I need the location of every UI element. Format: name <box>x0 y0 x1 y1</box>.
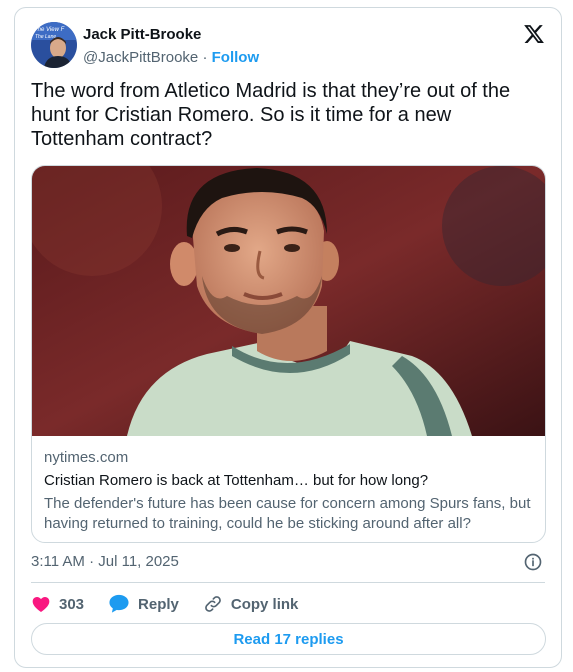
author-name[interactable]: Jack Pitt-Brooke <box>83 25 259 45</box>
follow-button[interactable]: Follow <box>212 49 260 66</box>
link-icon <box>205 596 221 612</box>
read-replies-button[interactable]: Read 17 replies <box>31 623 546 655</box>
avatar-image: The View F The Lane <box>31 22 77 68</box>
handle-row: @JackPittBrooke · Follow <box>83 48 259 68</box>
heart-icon <box>32 597 50 612</box>
link-domain: nytimes.com <box>44 449 129 466</box>
copy-link-button[interactable]: Copy link <box>203 594 299 614</box>
author-block: Jack Pitt-Brooke @JackPittBrooke · Follo… <box>83 25 259 68</box>
author-handle[interactable]: @JackPittBrooke <box>83 49 198 66</box>
avatar[interactable]: The View F The Lane <box>31 22 77 68</box>
info-icon[interactable] <box>523 552 543 572</box>
avatar-text-1: The View F <box>34 27 65 33</box>
reply-label: Reply <box>138 595 179 613</box>
like-button[interactable]: 303 <box>31 594 84 614</box>
like-count: 303 <box>59 595 85 613</box>
speech-bubble-icon <box>109 594 129 613</box>
link-description: The defender's future has been cause for… <box>44 495 531 532</box>
tweet-text: The word from Atletico Madrid is that th… <box>31 80 511 150</box>
action-bar: 303 Reply Copy link <box>31 592 322 616</box>
link-meta: nytimes.com Cristian Romero is back at T… <box>44 448 534 534</box>
divider <box>31 582 545 583</box>
article-image <box>32 166 545 436</box>
reply-button[interactable]: Reply <box>108 594 179 614</box>
tweet-card: The View F The Lane Jack Pitt-Brooke @Ja… <box>14 7 562 668</box>
copy-link-label: Copy link <box>230 595 299 613</box>
timestamp[interactable]: 3:11 AM · Jul 11, 2025 <box>31 552 179 572</box>
separator: · <box>202 49 208 66</box>
x-logo-icon[interactable] <box>523 23 545 45</box>
link-preview-card[interactable]: nytimes.com Cristian Romero is back at T… <box>31 165 546 543</box>
link-title[interactable]: Cristian Romero is back at Tottenham… bu… <box>44 471 534 491</box>
